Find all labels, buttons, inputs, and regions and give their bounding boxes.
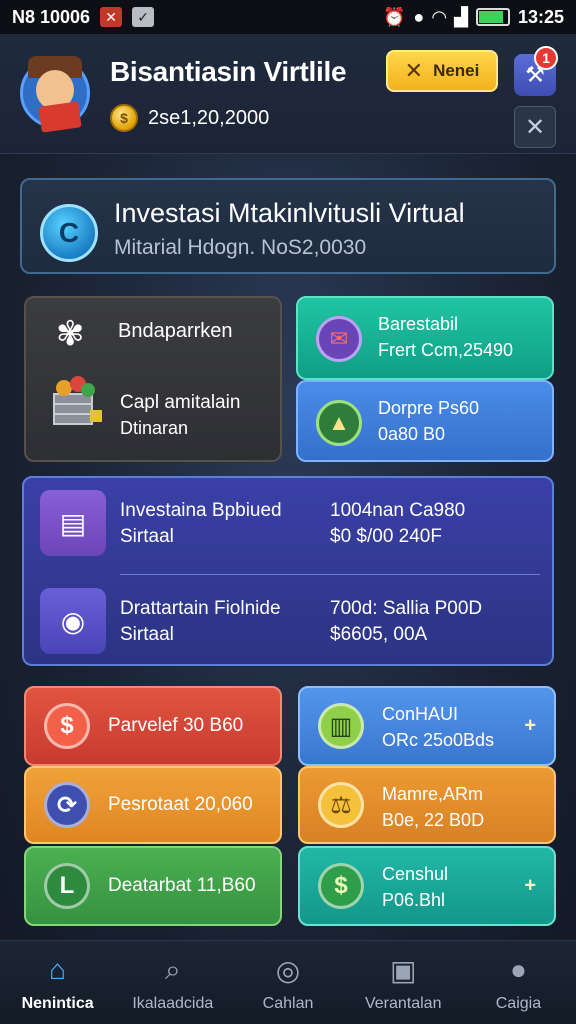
- globe-icon: ◎: [275, 954, 301, 986]
- check-notification-icon: ✓: [132, 7, 155, 27]
- close-icon: ✕: [524, 113, 546, 141]
- avatar[interactable]: [14, 44, 94, 138]
- signal-icon: ▟: [454, 6, 468, 27]
- metric-line2: B0e, 22 B0D: [382, 810, 485, 830]
- scale-icon: ⚖: [318, 782, 364, 828]
- plus-icon[interactable]: +: [524, 715, 536, 738]
- nav-item-globe[interactable]: ◎ Cahlan: [230, 941, 345, 1024]
- metric-label: Pesrotaat 20,060: [108, 794, 253, 815]
- metric-card-chart[interactable]: ▥ ConHAUI ORc 25o0Bds +: [298, 686, 556, 766]
- stable-card-line2: Frert Ccm,25490: [378, 340, 514, 360]
- tree-icon: ✾: [56, 315, 85, 353]
- mail-icon: ✉: [316, 316, 362, 362]
- tools-icon: ✕: [404, 58, 424, 83]
- deposit-card-line1: Dorpre Ps60: [378, 398, 480, 418]
- app-header: Bisantiasin Virtlile $ 2se1,20,2000 ✕ Ne…: [0, 34, 576, 154]
- profile-icon: ●: [509, 954, 527, 985]
- search-icon: ⌕: [164, 953, 181, 985]
- nav-label: Verantalan: [364, 995, 442, 1012]
- status-time: 13:25: [517, 6, 564, 27]
- savings-panel-line1: Capl amitalain: [120, 392, 241, 413]
- metric-card-balance[interactable]: ⚖ Mamre,ARm B0e, 22 B0D: [298, 766, 556, 844]
- hero-subtitle: Mitarial Hdogn. NoS2,0030: [114, 236, 367, 259]
- growth-icon: ▲: [316, 400, 362, 446]
- savings-panel-title: Bndaparrken: [118, 320, 233, 342]
- notification-badge: 1: [534, 46, 558, 70]
- stable-card[interactable]: ✉ Barestabil Frert Ccm,25490: [296, 296, 554, 380]
- hero-card[interactable]: C Investasi Mtakinlvitusli Virtual Mitar…: [20, 178, 556, 274]
- metric-card-cash[interactable]: $ Censhul P06.Bhl +: [298, 846, 556, 926]
- coin-icon: $: [110, 104, 138, 132]
- yellow-action-label: Nenei: [433, 61, 480, 80]
- alarm-icon: ⏰: [382, 6, 406, 27]
- investment-type: Sirtaal: [120, 526, 174, 547]
- treasure-crate-icon: [53, 376, 102, 425]
- battery-icon: [475, 8, 510, 26]
- investment-row[interactable]: ◉ Drattartain Fiolnide Sirtaal 700d: Sal…: [24, 576, 552, 666]
- nav-label: Nenintica: [21, 995, 94, 1012]
- nav-item-search[interactable]: ⌕ Ikalaadcida: [115, 941, 230, 1024]
- nav-item-home[interactable]: ⌂ Nenintica: [0, 941, 115, 1024]
- hero-title: Investasi Mtakinlvitusli Virtual: [114, 198, 465, 228]
- nav-label: Cahlan: [262, 995, 314, 1012]
- investment-name: Investaina Bpbiued: [120, 500, 282, 521]
- home-icon: ⌂: [49, 954, 67, 985]
- metric-card-revenue[interactable]: $ Parvelef 30 B60: [24, 686, 282, 766]
- investment-detail: 1004nan Ca980: [330, 500, 466, 521]
- gold-coin-icon: ◉: [40, 588, 106, 654]
- divider: [120, 574, 540, 575]
- metric-label: Parvelef 30 B60: [108, 715, 244, 736]
- nav-item-messages[interactable]: ▣ Verantalan: [346, 941, 461, 1024]
- nav-item-profile[interactable]: ● Caigia: [461, 941, 576, 1024]
- bottom-navigation: ⌂ Nenintica ⌕ Ikalaadcida ◎ Cahlan ▣ Ver…: [0, 940, 576, 1024]
- do-not-disturb-icon: ●: [413, 6, 425, 27]
- chart-icon: ▥: [318, 703, 364, 749]
- metric-line1: ConHAUI: [382, 704, 459, 724]
- investment-logo-icon: C: [40, 204, 98, 262]
- message-icon: ▣: [389, 954, 417, 986]
- investment-list-panel: ▤ Investaina Bpbiued Sirtaal 1004nan Ca9…: [22, 476, 554, 666]
- close-button[interactable]: ✕: [514, 106, 556, 148]
- plus-icon[interactable]: +: [524, 875, 536, 898]
- deposit-card-line2: 0a80 B0: [378, 424, 446, 444]
- sync-icon: ⟳: [44, 782, 90, 828]
- stable-card-line1: Barestabil: [378, 314, 459, 334]
- deposit-card[interactable]: ▲ Dorpre Ps60 0a80 B0: [296, 380, 554, 462]
- savings-panel-line2: Dtinaran: [120, 418, 189, 438]
- app-title: Bisantiasin Virtlile: [110, 56, 347, 87]
- nav-label: Caigia: [495, 995, 542, 1012]
- ledger-icon: L: [44, 863, 90, 909]
- metric-line1: Censhul: [382, 864, 449, 884]
- savings-panel[interactable]: ✾ Bndaparrken Capl amitalain Dtinaran: [24, 296, 282, 462]
- dollar-icon: $: [318, 863, 364, 909]
- metric-card-detail[interactable]: L Deatarbat 11,B60: [24, 846, 282, 926]
- balance-value: 2se1,20,2000: [148, 106, 270, 129]
- metric-line1: Mamre,ARm: [382, 784, 484, 804]
- metric-line2: ORc 25o0Bds: [382, 730, 495, 750]
- investment-row[interactable]: ▤ Investaina Bpbiued Sirtaal 1004nan Ca9…: [24, 478, 552, 568]
- investment-amount: $6605, 00A: [330, 624, 428, 645]
- app-notification-icon: ✕: [100, 7, 123, 27]
- investment-amount: $0 $/00 240F: [330, 526, 442, 547]
- investment-detail: 700d: Sallia P00D: [330, 598, 483, 619]
- metric-label: Deatarbat 11,B60: [108, 875, 256, 896]
- wifi-icon: ◠: [432, 6, 447, 27]
- status-carrier-text: N8 10006: [12, 6, 91, 27]
- metric-line2: P06.Bhl: [382, 890, 446, 910]
- investment-name: Drattartain Fiolnide: [120, 598, 281, 619]
- balance-row: $ 2se1,20,2000: [110, 104, 269, 132]
- card-wallet-icon: ▤: [40, 490, 106, 556]
- dollar-icon: $: [44, 703, 90, 749]
- investment-type: Sirtaal: [120, 624, 174, 645]
- status-bar: N8 10006 ✕ ✓ ⏰ ● ◠ ▟ 13:25: [0, 0, 576, 34]
- yellow-action-button[interactable]: ✕ Nenei: [386, 50, 498, 92]
- metric-card-progress[interactable]: ⟳ Pesrotaat 20,060: [24, 766, 282, 844]
- nav-label: Ikalaadcida: [132, 995, 214, 1012]
